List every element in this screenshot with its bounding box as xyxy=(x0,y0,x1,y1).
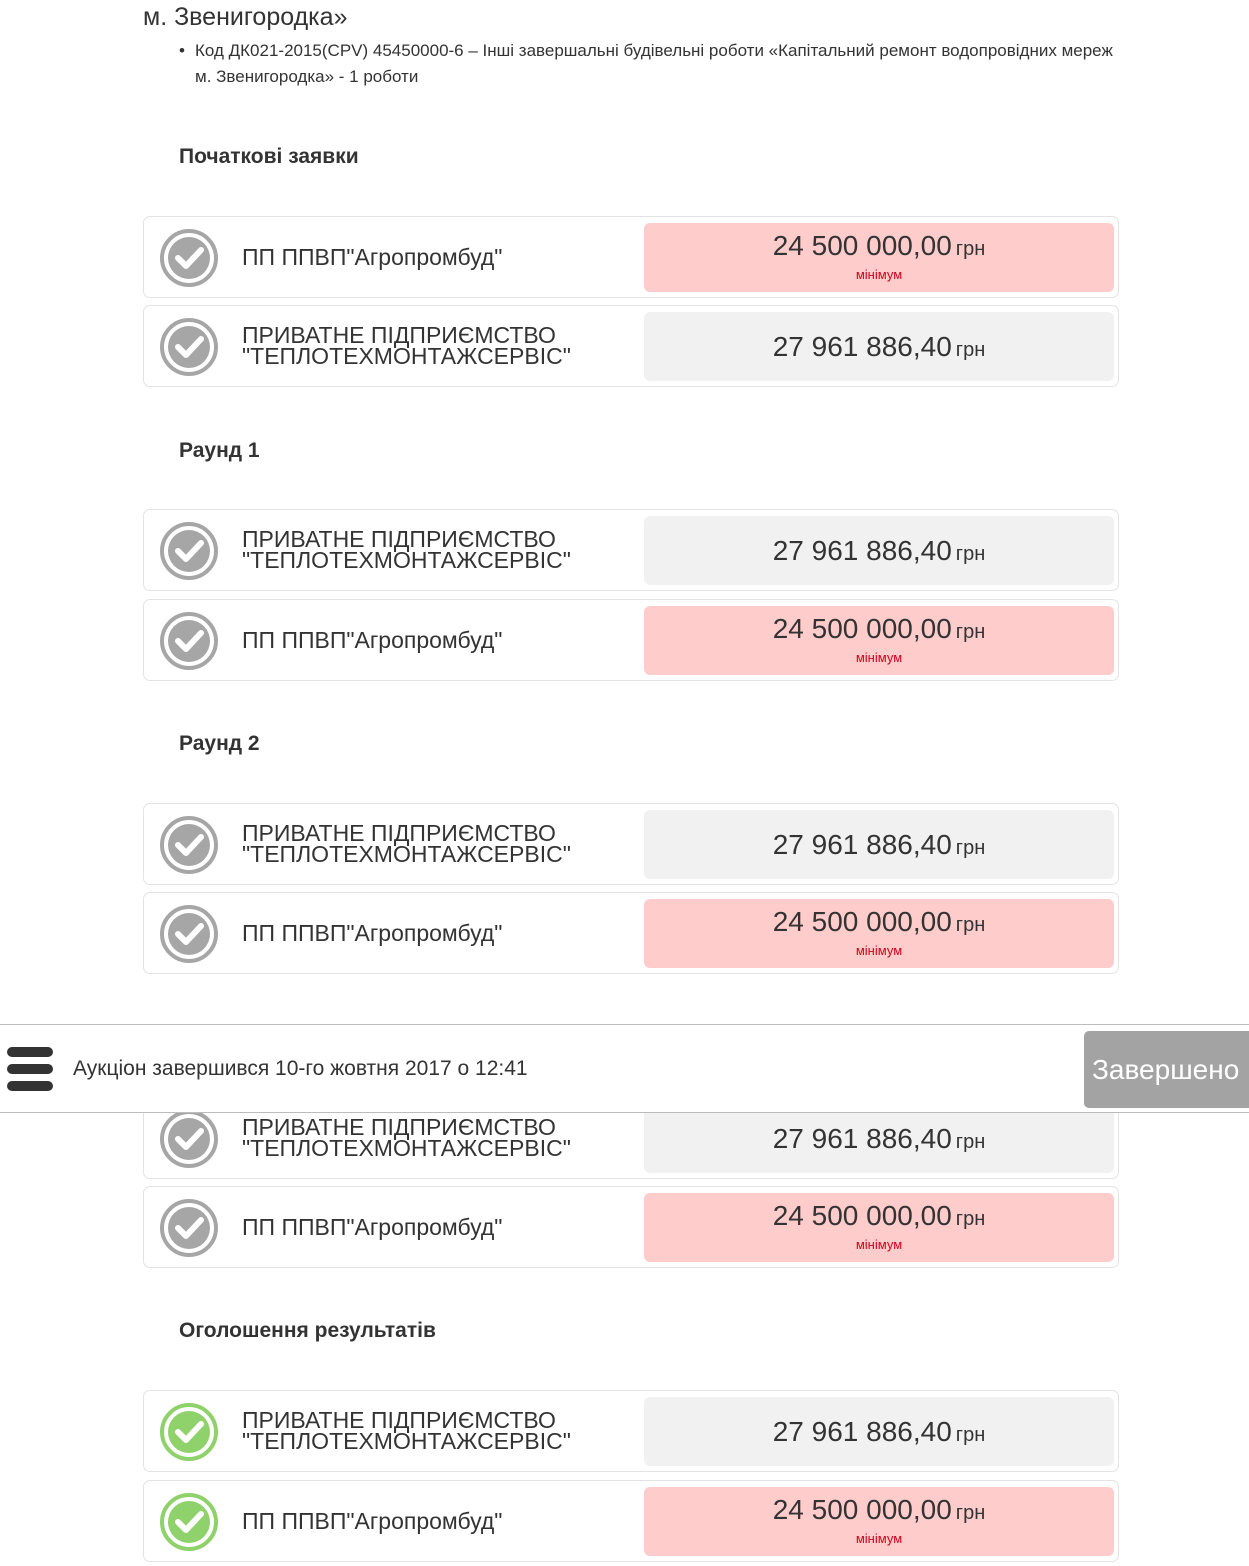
amount-value: 27 961 886,40 xyxy=(772,535,952,566)
amount-value: 27 961 886,40 xyxy=(772,1123,952,1154)
minimum-note: мінімум xyxy=(855,1531,903,1546)
section-title: Оголошення результатів xyxy=(179,1319,436,1342)
amount-value-line: 24 500 000,00 грн xyxy=(644,613,1114,645)
hamburger-menu-icon[interactable] xyxy=(7,1047,53,1091)
amount-value-line: 27 961 886,40 грн xyxy=(644,829,1114,861)
bidder-name-text: ПРИВАТНЕ ПІДПРИЄМСТВО "ТЕПЛОТЕХМОНТАЖСЕР… xyxy=(242,526,571,573)
bid-row: ПРИВАТНЕ ПІДПРИЄМСТВО "ТЕПЛОТЕХМОНТАЖСЕР… xyxy=(143,509,1119,591)
gray-check-icon xyxy=(160,816,218,874)
bid-row: ПП ППВП"Агропромбуд" 24 500 000,00 грн міні… xyxy=(143,216,1119,298)
bid-amount: 27 961 886,40 грн xyxy=(644,810,1114,879)
page-title: м. Звенигородка» xyxy=(143,3,348,31)
bid-amount: 24 500 000,00 грн мінімум xyxy=(644,223,1114,292)
bidder-name-text: ПРИВАТНЕ ПІДПРИЄМСТВО "ТЕПЛОТЕХМОНТАЖСЕР… xyxy=(242,820,571,867)
currency: грн xyxy=(955,914,986,936)
gray-check-icon xyxy=(160,905,218,963)
bid-row: ПП ППВП"Агропромбуд" 24 500 000,00 грн міні… xyxy=(143,1480,1119,1562)
section-title: Раунд 1 xyxy=(179,439,260,462)
bid-row: ПРИВАТНЕ ПІДПРИЄМСТВО "ТЕПЛОТЕХМОНТАЖСЕР… xyxy=(143,803,1119,885)
bidder-name-text: ПРИВАТНЕ ПІДПРИЄМСТВО "ТЕПЛОТЕХМОНТАЖСЕР… xyxy=(242,1407,571,1454)
minimum-note: мінімум xyxy=(855,267,903,282)
auction-status-text: Аукціон завершився 10-го жовтня 2017 о 1… xyxy=(73,1057,528,1080)
gray-check-icon xyxy=(160,1110,218,1168)
bidder-name: ПП ППВП"Агропромбуд" xyxy=(242,893,642,973)
amount-value-line: 27 961 886,40 грн xyxy=(644,1123,1114,1155)
amount-value: 27 961 886,40 xyxy=(772,1416,952,1447)
bid-row: ПП ППВП"Агропромбуд" 24 500 000,00 грн міні… xyxy=(143,1186,1119,1268)
bid-amount: 27 961 886,40 грн xyxy=(644,516,1114,585)
amount-value: 24 500 000,00 xyxy=(772,906,952,937)
currency: грн xyxy=(955,1131,986,1153)
bidder-name: ПРИВАТНЕ ПІДПРИЄМСТВО "ТЕПЛОТЕХМОНТАЖСЕР… xyxy=(242,1391,642,1471)
bid-row: ПРИВАТНЕ ПІДПРИЄМСТВО "ТЕПЛОТЕХМОНТАЖСЕР… xyxy=(143,1390,1119,1472)
bid-amount: 24 500 000,00 грн мінімум xyxy=(644,1487,1114,1556)
bid-row: ПП ППВП"Агропромбуд" 24 500 000,00 грн міні… xyxy=(143,892,1119,974)
minimum-note: мінімум xyxy=(855,650,903,665)
bidder-name: ПРИВАТНЕ ПІДПРИЄМСТВО "ТЕПЛОТЕХМОНТАЖСЕР… xyxy=(242,510,642,590)
currency: грн xyxy=(955,339,986,361)
bidder-name-text: ПП ППВП"Агропромбуд" xyxy=(242,1213,503,1240)
amount-value: 27 961 886,40 xyxy=(772,331,952,362)
amount-value: 27 961 886,40 xyxy=(772,829,952,860)
cpv-text: Код ДК021-2015(CPV) 45450000-6 – Інші за… xyxy=(195,41,1113,86)
bid-amount: 24 500 000,00 грн мінімум xyxy=(644,1193,1114,1262)
bidder-name: ПРИВАТНЕ ПІДПРИЄМСТВО "ТЕПЛОТЕХМОНТАЖСЕР… xyxy=(242,306,642,386)
currency: грн xyxy=(955,1208,986,1230)
amount-value: 24 500 000,00 xyxy=(772,613,952,644)
bid-row: ПРИВАТНЕ ПІДПРИЄМСТВО "ТЕПЛОТЕХМОНТАЖСЕР… xyxy=(143,305,1119,387)
bidder-name-text: ПП ППВП"Агропромбуд" xyxy=(242,243,503,270)
section-title: Початкові заявки xyxy=(179,145,359,168)
currency: грн xyxy=(955,1502,986,1524)
currency: грн xyxy=(955,238,986,260)
bidder-name: ПП ППВП"Агропромбуд" xyxy=(242,1187,642,1267)
bidder-name-text: ПП ППВП"Агропромбуд" xyxy=(242,626,503,653)
bid-row: ПП ППВП"Агропромбуд" 24 500 000,00 грн міні… xyxy=(143,599,1119,681)
amount-value-line: 27 961 886,40 грн xyxy=(644,331,1114,363)
bidder-name-text: ПП ППВП"Агропромбуд" xyxy=(242,919,503,946)
bidder-name: ПРИВАТНЕ ПІДПРИЄМСТВО "ТЕПЛОТЕХМОНТАЖСЕР… xyxy=(242,804,642,884)
bidder-name: ПП ППВП"Агропромбуд" xyxy=(242,217,642,297)
bid-amount: 27 961 886,40 грн xyxy=(644,312,1114,381)
bidder-name-text: ПП ППВП"Агропромбуд" xyxy=(242,1507,503,1534)
bid-amount: 27 961 886,40 грн xyxy=(644,1397,1114,1466)
amount-value-line: 24 500 000,00 грн xyxy=(644,230,1114,262)
bullet: • xyxy=(179,41,185,60)
amount-value-line: 27 961 886,40 грн xyxy=(644,1416,1114,1448)
amount-value-line: 24 500 000,00 грн xyxy=(644,1200,1114,1232)
currency: грн xyxy=(955,621,986,643)
amount-value: 24 500 000,00 xyxy=(772,1200,952,1231)
gray-check-icon xyxy=(160,318,218,376)
bidder-name-text: ПРИВАТНЕ ПІДПРИЄМСТВО "ТЕПЛОТЕХМОНТАЖСЕР… xyxy=(242,322,571,369)
minimum-note: мінімум xyxy=(855,1237,903,1252)
amount-value-line: 24 500 000,00 грн xyxy=(644,1494,1114,1526)
gray-check-icon xyxy=(160,1199,218,1257)
gray-check-icon xyxy=(160,612,218,670)
amount-value: 24 500 000,00 xyxy=(772,230,952,261)
section-title: Раунд 2 xyxy=(179,732,260,755)
finished-status-button[interactable]: Завершено xyxy=(1084,1031,1249,1108)
bidder-name-text: ПРИВАТНЕ ПІДПРИЄМСТВО "ТЕПЛОТЕХМОНТАЖСЕР… xyxy=(242,1114,571,1161)
amount-value: 24 500 000,00 xyxy=(772,1494,952,1525)
bidder-name: ПП ППВП"Агропромбуд" xyxy=(242,1481,642,1561)
gray-check-icon xyxy=(160,229,218,287)
currency: грн xyxy=(955,543,986,565)
amount-value-line: 27 961 886,40 грн xyxy=(644,535,1114,567)
auction-status-bar: Аукціон завершився 10-го жовтня 2017 о 1… xyxy=(0,1024,1249,1113)
bid-amount: 24 500 000,00 грн мінімум xyxy=(644,606,1114,675)
green-check-icon xyxy=(160,1403,218,1461)
bid-amount: 24 500 000,00 грн мінімум xyxy=(644,899,1114,968)
minimum-note: мінімум xyxy=(855,943,903,958)
currency: грн xyxy=(955,837,986,859)
currency: грн xyxy=(955,1424,986,1446)
bidder-name: ПП ППВП"Агропромбуд" xyxy=(242,600,642,680)
green-check-icon xyxy=(160,1493,218,1551)
bid-amount: 27 961 886,40 грн xyxy=(644,1104,1114,1173)
amount-value-line: 24 500 000,00 грн xyxy=(644,906,1114,938)
gray-check-icon xyxy=(160,522,218,580)
